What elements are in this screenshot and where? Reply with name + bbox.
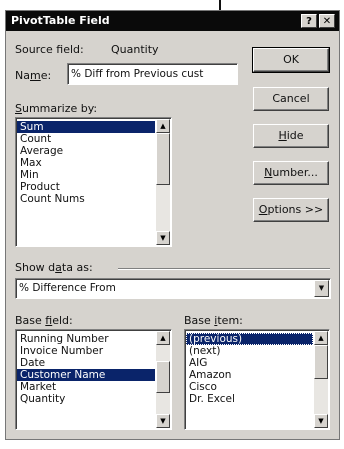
show-data-as-label: Show data as:: [15, 261, 93, 274]
list-item[interactable]: Amazon: [186, 369, 313, 381]
show-data-as-dropdown[interactable]: % Difference From ▼: [15, 278, 331, 299]
scroll-down-icon[interactable]: ▼: [156, 231, 170, 245]
name-label: Name:: [15, 69, 52, 82]
close-icon: ✕: [322, 16, 332, 27]
list-item[interactable]: (previous): [186, 333, 313, 345]
chevron-down-icon[interactable]: ▼: [314, 280, 329, 297]
list-item[interactable]: (next): [186, 345, 313, 357]
list-item[interactable]: Product: [17, 181, 155, 193]
pivottable-field-dialog: PivotTable Field ? ✕ Source field: Quant…: [5, 10, 340, 440]
list-item[interactable]: Date: [17, 357, 155, 369]
scrollbar-thumb[interactable]: [156, 361, 170, 393]
summarize-by-label: Summarize by:: [15, 102, 98, 115]
scroll-down-icon[interactable]: ▼: [314, 414, 328, 428]
number-button[interactable]: Number...: [253, 161, 329, 185]
list-item[interactable]: Cisco: [186, 381, 313, 393]
summarize-by-items: Sum Count Average Max Min Product Count …: [17, 121, 155, 205]
list-item[interactable]: Running Number: [17, 333, 155, 345]
close-button[interactable]: ✕: [319, 14, 335, 28]
summarize-scrollbar[interactable]: ▲ ▼: [156, 119, 170, 245]
base-item-label: Base item:: [184, 314, 243, 327]
show-data-as-value: % Difference From: [19, 282, 116, 294]
scroll-up-icon[interactable]: ▲: [314, 331, 328, 345]
list-item[interactable]: AIG: [186, 357, 313, 369]
scroll-down-icon[interactable]: ▼: [156, 414, 170, 428]
source-field-value: Quantity: [111, 43, 159, 56]
summarize-by-listbox[interactable]: Sum Count Average Max Min Product Count …: [15, 117, 172, 247]
list-item[interactable]: Dr. Excel: [186, 393, 313, 405]
title-bar: PivotTable Field ? ✕: [6, 11, 339, 31]
base-field-items: Running Number Invoice Number Date Custo…: [17, 333, 155, 405]
list-item[interactable]: Count Nums: [17, 193, 155, 205]
list-item[interactable]: Sum: [17, 121, 155, 133]
scrollbar-thumb[interactable]: [314, 345, 328, 379]
list-item[interactable]: Min: [17, 169, 155, 181]
list-item[interactable]: Invoice Number: [17, 345, 155, 357]
section-divider: [118, 268, 330, 270]
name-input-value: % Diff from Previous cust: [71, 68, 204, 80]
options-button[interactable]: Options >>: [253, 198, 329, 222]
list-item[interactable]: Quantity: [17, 393, 155, 405]
ok-button[interactable]: OK: [252, 47, 330, 73]
base-item-listbox[interactable]: (previous) (next) AIG Amazon Cisco Dr. E…: [184, 329, 330, 430]
list-item[interactable]: Market: [17, 381, 155, 393]
source-field-label: Source field:: [15, 43, 84, 56]
list-item[interactable]: Customer Name: [17, 369, 155, 381]
list-item[interactable]: Max: [17, 157, 155, 169]
help-icon: ?: [306, 16, 312, 27]
scroll-up-icon[interactable]: ▲: [156, 119, 170, 133]
name-input[interactable]: % Diff from Previous cust: [67, 63, 238, 85]
cancel-button[interactable]: Cancel: [253, 87, 329, 111]
dialog-title: PivotTable Field: [11, 14, 110, 27]
hide-button[interactable]: Hide: [253, 124, 329, 148]
scroll-up-icon[interactable]: ▲: [156, 331, 170, 345]
base-item-scrollbar[interactable]: ▲ ▼: [314, 331, 328, 428]
scrollbar-thumb[interactable]: [156, 133, 170, 185]
base-field-listbox[interactable]: Running Number Invoice Number Date Custo…: [15, 329, 172, 430]
base-field-label: Base field:: [15, 314, 73, 327]
list-item[interactable]: Count: [17, 133, 155, 145]
base-field-scrollbar[interactable]: ▲ ▼: [156, 331, 170, 428]
base-item-items: (previous) (next) AIG Amazon Cisco Dr. E…: [186, 333, 313, 405]
list-item[interactable]: Average: [17, 145, 155, 157]
help-button[interactable]: ?: [301, 14, 317, 28]
